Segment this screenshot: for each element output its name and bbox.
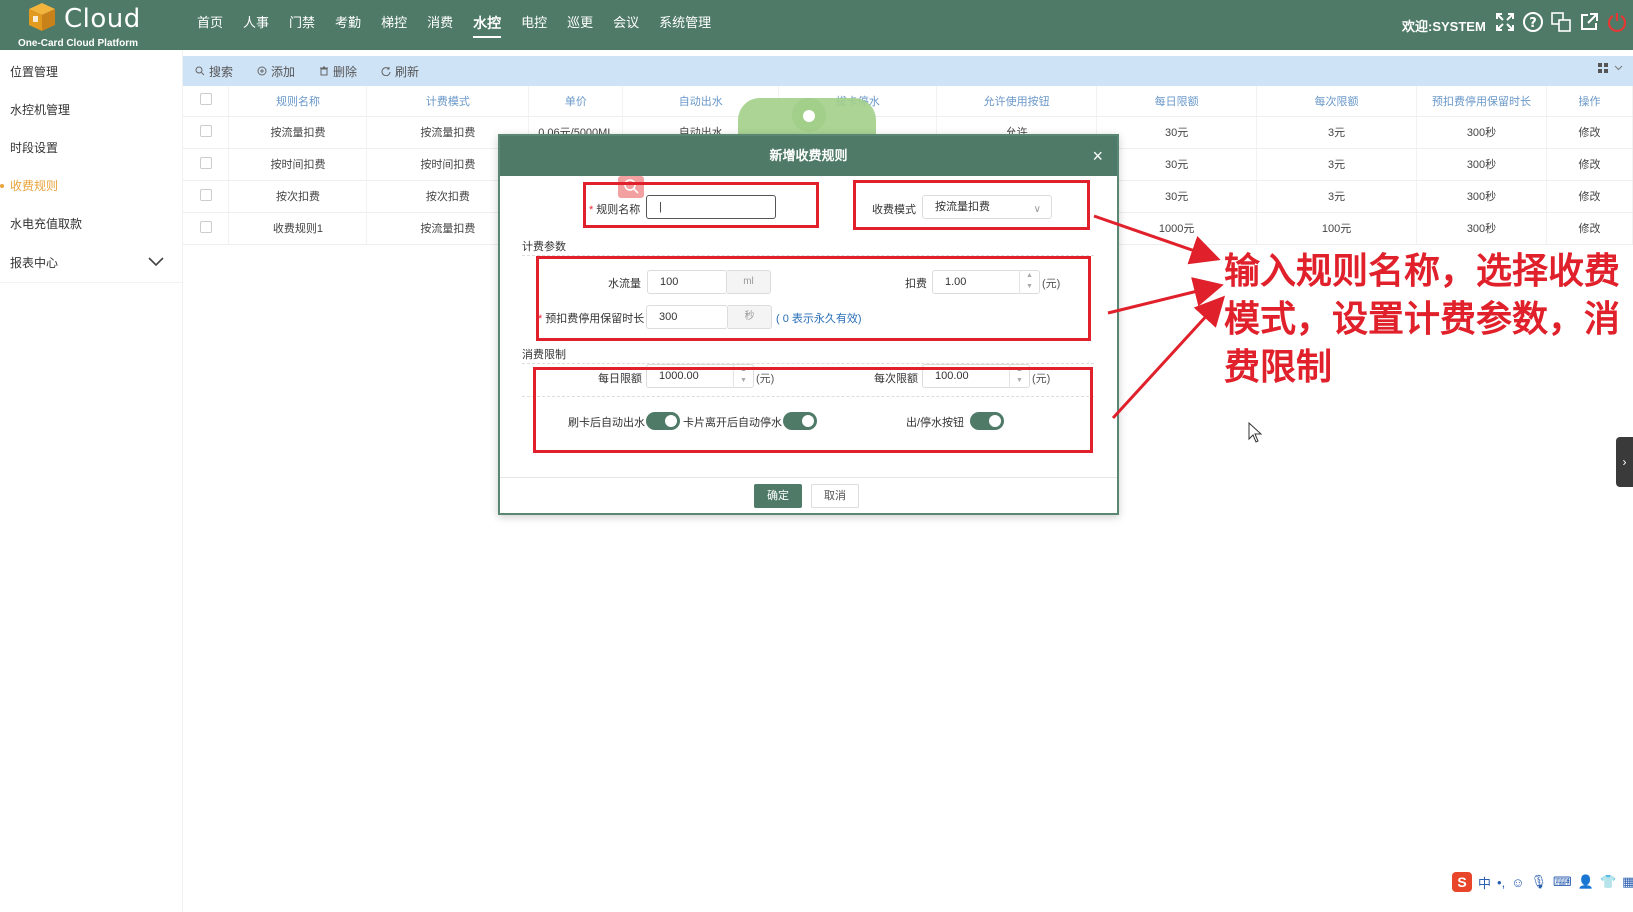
ime-skin-icon[interactable]: 👕 [1600, 874, 1616, 890]
ime-logo-icon[interactable]: S [1452, 872, 1472, 892]
ime-chinese-icon[interactable]: 中 [1478, 873, 1491, 892]
side-expand-tab[interactable]: › [1616, 437, 1633, 487]
ime-keyboard-icon[interactable]: ⌨ [1553, 874, 1572, 890]
mouse-cursor-icon [1248, 421, 1263, 443]
ime-toolbar: S 中 •, ☺ 🎙 ⌨ 👤 👕 ▦ [1452, 872, 1633, 892]
arrow-line [1093, 214, 1221, 265]
ime-emoji-icon[interactable]: ☺ [1511, 875, 1524, 890]
ime-user-icon[interactable]: 👤 [1578, 874, 1594, 890]
annotation-arrows [1093, 214, 1263, 443]
ime-punct-icon[interactable]: •, [1497, 875, 1505, 890]
annotation-text: 输入规则名称，选择收费模式，设置计费参数，消费限制 [1224, 251, 1621, 389]
ime-mic-icon[interactable]: 🎙 [1530, 874, 1547, 890]
ime-grid-icon[interactable]: ▦ [1622, 874, 1633, 890]
arrow-line [1107, 277, 1224, 315]
arrow-line [1111, 295, 1226, 420]
